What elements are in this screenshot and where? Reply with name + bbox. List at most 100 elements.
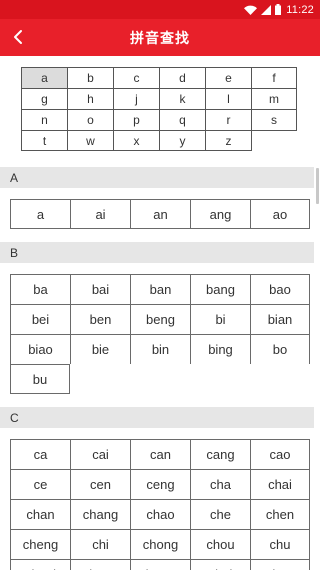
pinyin-cell-cai[interactable]: cai bbox=[70, 439, 130, 469]
pinyin-grid-c: ca cai can cang cao ce cen ceng cha chai chan chang… bbox=[10, 439, 310, 570]
pinyin-cell-can[interactable]: can bbox=[130, 439, 190, 469]
title-bar: 拼音查找 bbox=[0, 19, 320, 56]
pinyin-row: biao bie bin bing bo bbox=[10, 334, 310, 364]
status-bar: 11:22 bbox=[0, 0, 320, 19]
pinyin-cell-ai[interactable]: ai bbox=[70, 199, 130, 229]
pinyin-cell-ben[interactable]: ben bbox=[70, 304, 130, 334]
letter-index-s[interactable]: s bbox=[251, 109, 297, 130]
pinyin-cell-bin[interactable]: bin bbox=[130, 334, 190, 364]
pinyin-row: ce cen ceng cha chai bbox=[10, 469, 310, 499]
letter-index-row: ghjklm bbox=[21, 88, 298, 109]
letter-index-n[interactable]: n bbox=[21, 109, 67, 130]
pinyin-cell-ca[interactable]: ca bbox=[10, 439, 70, 469]
pinyin-cell-chui[interactable]: chui bbox=[190, 559, 250, 570]
letter-index-t[interactable]: t bbox=[21, 130, 67, 151]
battery-icon bbox=[275, 4, 282, 15]
letter-index-row: abcdef bbox=[21, 67, 298, 88]
pinyin-cell-chi[interactable]: chi bbox=[70, 529, 130, 559]
letter-index-q[interactable]: q bbox=[159, 109, 205, 130]
letter-index-f[interactable]: f bbox=[251, 67, 297, 88]
pinyin-cell-chu[interactable]: chu bbox=[250, 529, 310, 559]
pinyin-cell-chuang[interactable]: chuang bbox=[130, 559, 190, 570]
letter-index-b[interactable]: b bbox=[67, 67, 113, 88]
letter-index-j[interactable]: j bbox=[113, 88, 159, 109]
letter-index-d[interactable]: d bbox=[159, 67, 205, 88]
pinyin-cell-beng[interactable]: beng bbox=[130, 304, 190, 334]
pinyin-cell-chun[interactable]: chun bbox=[250, 559, 310, 570]
pinyin-cell-ang[interactable]: ang bbox=[190, 199, 250, 229]
letter-index-o[interactable]: o bbox=[67, 109, 113, 130]
section-header-b: B bbox=[0, 242, 314, 263]
letter-index-g[interactable]: g bbox=[21, 88, 67, 109]
letter-index-h[interactable]: h bbox=[67, 88, 113, 109]
pinyin-cell-chang[interactable]: chang bbox=[70, 499, 130, 529]
pinyin-row: a ai an ang ao bbox=[10, 199, 310, 229]
pinyin-list[interactable]: abcdefghjklmnopqrstwxyz Aa ai an ang ao Bba ba… bbox=[0, 56, 314, 570]
pinyin-cell-ao[interactable]: ao bbox=[250, 199, 310, 229]
pinyin-cell-bo[interactable]: bo bbox=[250, 334, 310, 364]
letter-index-grid: abcdefghjklmnopqrstwxyz bbox=[21, 67, 298, 151]
pinyin-cell-cha[interactable]: cha bbox=[190, 469, 250, 499]
letter-index-k[interactable]: k bbox=[159, 88, 205, 109]
page-title: 拼音查找 bbox=[130, 30, 190, 47]
pinyin-cell-bing[interactable]: bing bbox=[190, 334, 250, 364]
letter-index-y[interactable]: y bbox=[159, 130, 205, 151]
pinyin-cell-cen[interactable]: cen bbox=[70, 469, 130, 499]
pinyin-cell-bao[interactable]: bao bbox=[250, 274, 310, 304]
section-header-a: A bbox=[0, 167, 314, 188]
letter-index-p[interactable]: p bbox=[113, 109, 159, 130]
letter-index-empty bbox=[251, 130, 297, 151]
pinyin-cell-chan[interactable]: chan bbox=[10, 499, 70, 529]
pinyin-cell-bang[interactable]: bang bbox=[190, 274, 250, 304]
signal-icon bbox=[261, 4, 272, 15]
pinyin-cell-cheng[interactable]: cheng bbox=[10, 529, 70, 559]
letter-index-z[interactable]: z bbox=[205, 130, 251, 151]
pinyin-cell-chen[interactable]: chen bbox=[250, 499, 310, 529]
pinyin-row: bei ben beng bi bian bbox=[10, 304, 310, 334]
pinyin-row: chan chang chao che chen bbox=[10, 499, 310, 529]
pinyin-cell-chao[interactable]: chao bbox=[130, 499, 190, 529]
pinyin-cell-chuan[interactable]: chuan bbox=[70, 559, 130, 570]
pinyin-cell-bu[interactable]: bu bbox=[10, 364, 70, 394]
pinyin-cell-ba[interactable]: ba bbox=[10, 274, 70, 304]
letter-index-w[interactable]: w bbox=[67, 130, 113, 151]
pinyin-cell-bai[interactable]: bai bbox=[70, 274, 130, 304]
pinyin-grid-a: a ai an ang ao bbox=[10, 199, 310, 229]
pinyin-cell-ceng[interactable]: ceng bbox=[130, 469, 190, 499]
status-time: 11:22 bbox=[286, 3, 314, 16]
letter-index-m[interactable]: m bbox=[251, 88, 297, 109]
pinyin-cell-cao[interactable]: cao bbox=[250, 439, 310, 469]
pinyin-row: ba bai ban bang bao bbox=[10, 274, 310, 304]
pinyin-cell-ban[interactable]: ban bbox=[130, 274, 190, 304]
pinyin-cell-bie[interactable]: bie bbox=[70, 334, 130, 364]
letter-index-row: nopqrs bbox=[21, 109, 298, 130]
pinyin-cell-bi[interactable]: bi bbox=[190, 304, 250, 334]
pinyin-row: bu bbox=[10, 364, 310, 394]
letter-index-a[interactable]: a bbox=[21, 67, 67, 88]
back-arrow-icon[interactable] bbox=[8, 27, 28, 47]
pinyin-cell-chou[interactable]: chou bbox=[190, 529, 250, 559]
letter-index-r[interactable]: r bbox=[205, 109, 251, 130]
pinyin-row: ca cai can cang cao bbox=[10, 439, 310, 469]
pinyin-cell-bei[interactable]: bei bbox=[10, 304, 70, 334]
pinyin-row: chuaichuanchuangchuichun bbox=[10, 559, 310, 570]
scrollbar[interactable] bbox=[316, 168, 319, 204]
letter-index-x[interactable]: x bbox=[113, 130, 159, 151]
letter-index-e[interactable]: e bbox=[205, 67, 251, 88]
letter-index-l[interactable]: l bbox=[205, 88, 251, 109]
pinyin-row: cheng chi chong chou chu bbox=[10, 529, 310, 559]
wifi-icon bbox=[244, 5, 258, 15]
pinyin-cell-a[interactable]: a bbox=[10, 199, 70, 229]
pinyin-cell-chuai[interactable]: chuai bbox=[10, 559, 70, 570]
pinyin-cell-cang[interactable]: cang bbox=[190, 439, 250, 469]
letter-index-c[interactable]: c bbox=[113, 67, 159, 88]
pinyin-cell-chong[interactable]: chong bbox=[130, 529, 190, 559]
letter-index-row: twxyz bbox=[21, 130, 298, 151]
pinyin-cell-biao[interactable]: biao bbox=[10, 334, 70, 364]
section-header-c: C bbox=[0, 407, 314, 428]
pinyin-cell-bian[interactable]: bian bbox=[250, 304, 310, 334]
pinyin-cell-chai[interactable]: chai bbox=[250, 469, 310, 499]
pinyin-cell-an[interactable]: an bbox=[130, 199, 190, 229]
pinyin-cell-che[interactable]: che bbox=[190, 499, 250, 529]
pinyin-cell-ce[interactable]: ce bbox=[10, 469, 70, 499]
